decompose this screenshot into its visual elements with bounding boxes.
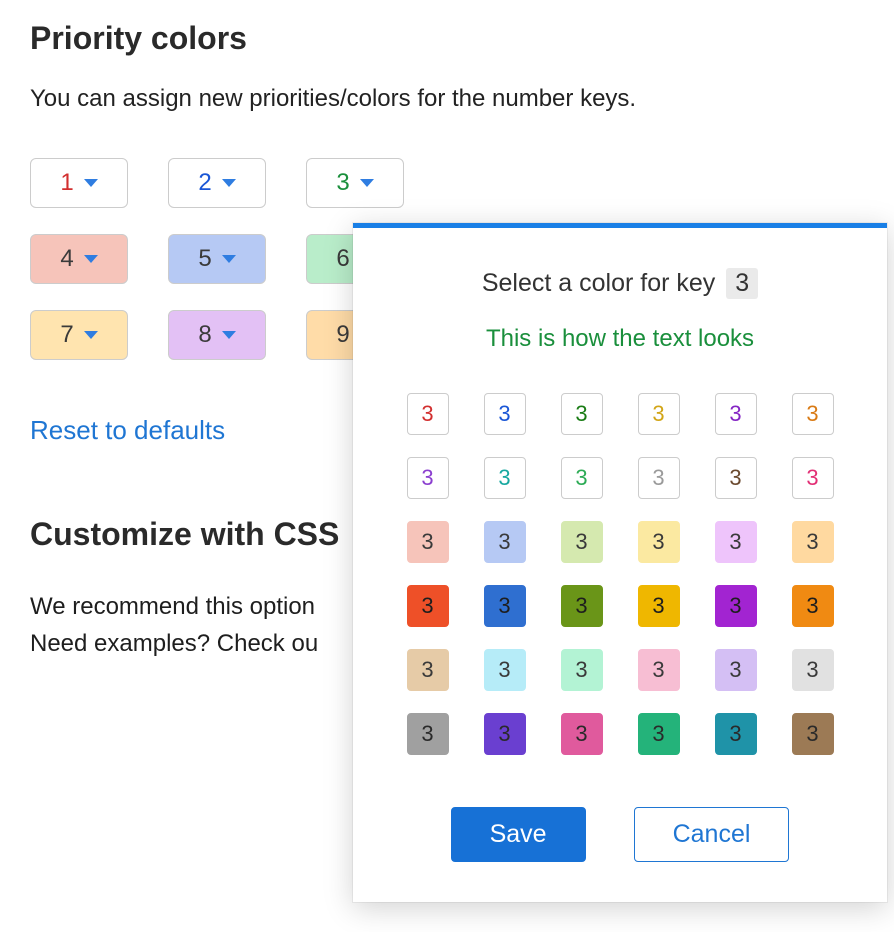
color-swatch[interactable]: 3 [484, 713, 526, 755]
key-number: 8 [198, 321, 211, 349]
color-swatch[interactable]: 3 [792, 457, 834, 499]
cancel-button[interactable]: Cancel [634, 807, 790, 862]
modal-header: Select a color for key 3 [353, 228, 887, 317]
chevron-down-icon [84, 331, 98, 339]
color-swatch[interactable]: 3 [484, 521, 526, 563]
color-swatch[interactable]: 3 [638, 585, 680, 627]
color-swatch[interactable]: 3 [561, 393, 603, 435]
color-swatch[interactable]: 3 [407, 713, 449, 755]
color-swatch[interactable]: 3 [792, 393, 834, 435]
color-picker-modal: Select a color for key 3 This is how the… [353, 223, 887, 902]
key-button-8[interactable]: 8 [168, 310, 266, 360]
color-swatch[interactable]: 3 [715, 713, 757, 755]
key-button-4[interactable]: 4 [30, 234, 128, 284]
color-swatch[interactable]: 3 [638, 393, 680, 435]
key-button-5[interactable]: 5 [168, 234, 266, 284]
color-swatch[interactable]: 3 [715, 393, 757, 435]
color-swatch[interactable]: 3 [484, 393, 526, 435]
key-button-3[interactable]: 3 [306, 158, 404, 208]
color-swatch[interactable]: 3 [407, 457, 449, 499]
priority-colors-title: Priority colors [30, 20, 864, 57]
color-swatch[interactable]: 3 [715, 585, 757, 627]
color-swatch[interactable]: 3 [638, 521, 680, 563]
key-number: 3 [336, 169, 349, 197]
key-number: 2 [198, 169, 211, 197]
color-swatch[interactable]: 3 [484, 457, 526, 499]
color-swatch[interactable]: 3 [561, 649, 603, 691]
color-swatch[interactable]: 3 [792, 713, 834, 755]
reset-to-defaults-link[interactable]: Reset to defaults [30, 415, 225, 446]
color-swatch[interactable]: 3 [715, 457, 757, 499]
color-swatch[interactable]: 3 [484, 649, 526, 691]
chevron-down-icon [84, 179, 98, 187]
color-swatch[interactable]: 3 [407, 585, 449, 627]
modal-key-badge: 3 [726, 268, 758, 299]
chevron-down-icon [222, 255, 236, 263]
key-button-7[interactable]: 7 [30, 310, 128, 360]
color-swatch[interactable]: 3 [561, 585, 603, 627]
color-swatch[interactable]: 3 [561, 521, 603, 563]
color-swatch[interactable]: 3 [792, 649, 834, 691]
key-number: 1 [60, 169, 73, 197]
color-swatch[interactable]: 3 [792, 585, 834, 627]
color-swatch[interactable]: 3 [715, 649, 757, 691]
modal-preview-text: This is how the text looks [353, 317, 887, 373]
chevron-down-icon [222, 331, 236, 339]
color-swatch[interactable]: 3 [715, 521, 757, 563]
color-swatch[interactable]: 3 [407, 393, 449, 435]
color-swatch[interactable]: 3 [792, 521, 834, 563]
priority-colors-desc: You can assign new priorities/colors for… [30, 85, 864, 113]
color-swatch[interactable]: 3 [638, 713, 680, 755]
key-number: 9 [336, 321, 349, 349]
chevron-down-icon [360, 179, 374, 187]
save-button[interactable]: Save [451, 807, 586, 862]
swatch-grid: 333333333333333333333333333333333333 [353, 373, 887, 785]
color-swatch[interactable]: 3 [407, 521, 449, 563]
color-swatch[interactable]: 3 [484, 585, 526, 627]
key-number: 5 [198, 245, 211, 273]
color-swatch[interactable]: 3 [561, 713, 603, 755]
modal-actions: Save Cancel [353, 785, 887, 902]
key-number: 4 [60, 245, 73, 273]
chevron-down-icon [84, 255, 98, 263]
key-number: 7 [60, 321, 73, 349]
key-button-2[interactable]: 2 [168, 158, 266, 208]
chevron-down-icon [222, 179, 236, 187]
color-swatch[interactable]: 3 [638, 649, 680, 691]
key-button-1[interactable]: 1 [30, 158, 128, 208]
modal-header-text: Select a color for key [482, 269, 715, 297]
color-swatch[interactable]: 3 [407, 649, 449, 691]
key-number: 6 [336, 245, 349, 273]
color-swatch[interactable]: 3 [561, 457, 603, 499]
color-swatch[interactable]: 3 [638, 457, 680, 499]
